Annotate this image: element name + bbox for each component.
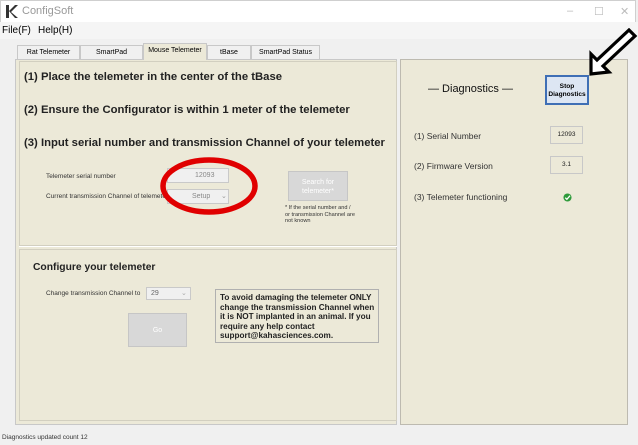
window-title: ConfigSoft [22,5,74,17]
channel-label: Current transmission Channel of telemete… [46,193,169,200]
status-text: Diagnostics updated count 12 [2,434,88,441]
serial-number-diag-label: (1) Serial Number [414,131,482,141]
tab-rat-telemeter[interactable]: Rat Telemeter [17,45,80,59]
app-logo-icon [6,5,18,18]
firmware-version-label: (2) Firmware Version [414,161,493,171]
change-channel-label: Change transmission Channel to [46,290,141,297]
telemeter-functioning-label: (3) Telemeter functioning [414,192,508,202]
search-footnote: * If the serial number and / or transmis… [285,205,355,224]
tab-smartpad-status[interactable]: SmartPad Status [251,45,320,59]
change-channel-select[interactable]: 29 ⌄ [146,287,191,300]
chevron-down-icon: ⌄ [181,290,187,297]
go-button[interactable]: Go [128,313,187,347]
stop-diagnostics-button[interactable]: Stop Diagnostics [545,75,589,105]
close-button[interactable]: ✕ [620,5,629,18]
title-bar: ConfigSoft – ☐ ✕ [0,0,636,22]
status-bar: Diagnostics updated count 12 [0,432,638,445]
minimize-button[interactable]: – [567,5,573,17]
diagnostics-panel [400,59,628,425]
step-1-text: (1) Place the telemeter in the center of… [24,71,283,83]
group-separator [19,246,397,247]
search-telemeter-button[interactable]: Search for telemeter* [288,171,348,201]
annotation-circle [160,157,258,215]
warning-message: To avoid damaging the telemeter ONLY cha… [215,289,379,343]
firmware-version-value: 3.1 [550,156,583,174]
tab-smartpad[interactable]: SmartPad [80,45,143,59]
menu-file[interactable]: File(F) [2,25,31,36]
menu-help[interactable]: Help(H) [38,25,72,36]
check-ok-icon [563,193,572,202]
diagnostics-title: — Diagnostics — [428,83,513,95]
serial-number-label: Telemeter serial number [46,173,116,180]
menu-bar: File(F) Help(H) [0,22,638,39]
step-2-text: (2) Ensure the Configurator is within 1 … [24,104,350,116]
serial-number-diag-value: 12093 [550,126,583,144]
change-channel-value: 29 [151,290,159,297]
maximize-button[interactable]: ☐ [594,5,604,18]
tab-tbase[interactable]: tBase [207,45,251,59]
tab-mouse-telemeter[interactable]: Mouse Telemeter [143,43,207,60]
configure-heading: Configure your telemeter [33,262,156,273]
arrow-annotation-icon [589,28,638,76]
step-3-text: (3) Input serial number and transmission… [24,137,385,149]
